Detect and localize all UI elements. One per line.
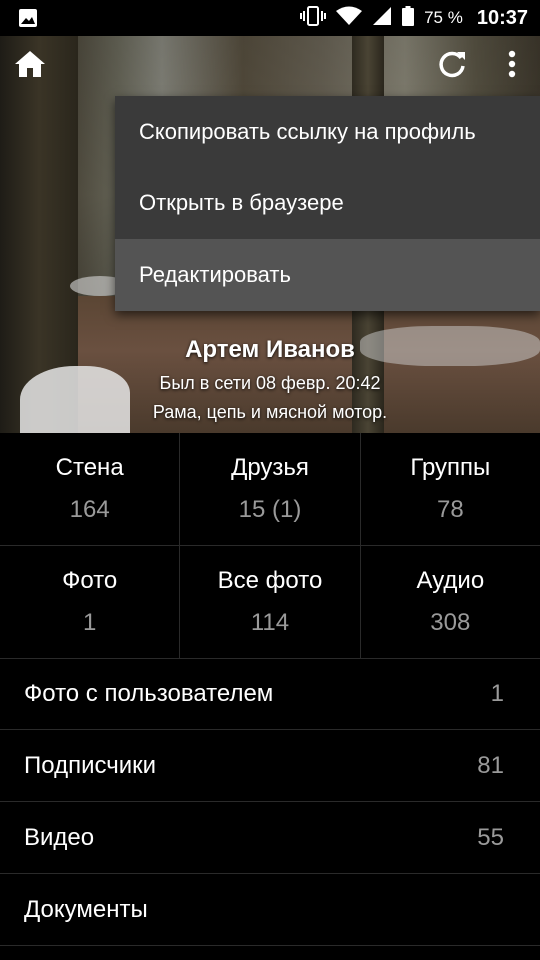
list-item-count: 81	[477, 751, 504, 779]
counter-value: 1	[82, 609, 97, 636]
more-vert-icon	[508, 50, 516, 83]
list-item-label: Видео	[24, 823, 95, 851]
overflow-menu: Скопировать ссылку на профиль Открыть в …	[115, 96, 540, 311]
clock: 10:37	[476, 6, 528, 29]
counters-row: Стена 164 Друзья 15 (1) Группы 78	[0, 433, 540, 546]
list-item-documents[interactable]: Документы	[0, 874, 540, 946]
counter-value: 164	[69, 496, 110, 523]
counter-value: 78	[436, 496, 464, 523]
list-item-subscribers[interactable]: Подписчики 81	[0, 730, 540, 802]
list-item-count: 1	[490, 679, 504, 707]
profile-name: Артем Иванов	[185, 336, 355, 363]
counter-label: Все фото	[217, 567, 323, 594]
vibrate-icon	[300, 5, 327, 31]
status-bar: 75 % 10:37	[0, 0, 540, 36]
refresh-button[interactable]	[432, 46, 472, 86]
counter-label: Группы	[410, 454, 491, 481]
counter-label: Стена	[55, 454, 124, 481]
image-notification-icon	[18, 8, 38, 33]
counter-groups[interactable]: Группы 78	[361, 433, 540, 545]
battery-icon	[402, 5, 415, 31]
list-item-label: Документы	[24, 895, 148, 923]
menu-item-copy-link[interactable]: Скопировать ссылку на профиль	[115, 96, 540, 168]
profile-counters-grid: Стена 164 Друзья 15 (1) Группы 78 Фото 1…	[0, 433, 540, 659]
counter-wall[interactable]: Стена 164	[0, 433, 181, 545]
signal-icon	[372, 6, 392, 31]
counter-all-photos[interactable]: Все фото 114	[180, 546, 361, 658]
list-item-label: Фото с пользователем	[24, 679, 274, 707]
list-item-photos-with-user[interactable]: Фото с пользователем 1	[0, 658, 540, 730]
refresh-icon	[437, 49, 467, 84]
counter-friends[interactable]: Друзья 15 (1)	[180, 433, 361, 545]
battery-percent: 75 %	[424, 8, 463, 27]
home-icon	[14, 49, 46, 84]
counter-label: Друзья	[231, 454, 309, 481]
counter-photos[interactable]: Фото 1	[0, 546, 181, 658]
home-button[interactable]	[10, 46, 50, 86]
counter-value: 114	[250, 609, 290, 636]
menu-item-edit[interactable]: Редактировать	[115, 239, 540, 311]
list-item-videos[interactable]: Видео 55	[0, 802, 540, 874]
wifi-icon	[336, 6, 363, 31]
counters-row: Фото 1 Все фото 114 Аудио 308	[0, 546, 540, 659]
more-options-button[interactable]	[492, 46, 532, 86]
list-item-count: 55	[477, 823, 504, 851]
counter-label: Фото	[62, 567, 118, 594]
profile-sections-list: Фото с пользователем 1 Подписчики 81 Вид…	[0, 658, 540, 946]
last-seen-status: Был в сети 08 февр. 20:42	[159, 373, 381, 393]
profile-motto: Рама, цепь и мясной мотор.	[152, 402, 388, 422]
menu-item-open-in-browser[interactable]: Открыть в браузере	[115, 168, 540, 240]
list-item-label: Подписчики	[24, 751, 157, 779]
counter-label: Аудио	[416, 567, 485, 594]
counter-value: 15 (1)	[238, 496, 302, 523]
counter-audio[interactable]: Аудио 308	[361, 546, 540, 658]
counter-value: 308	[430, 609, 471, 636]
